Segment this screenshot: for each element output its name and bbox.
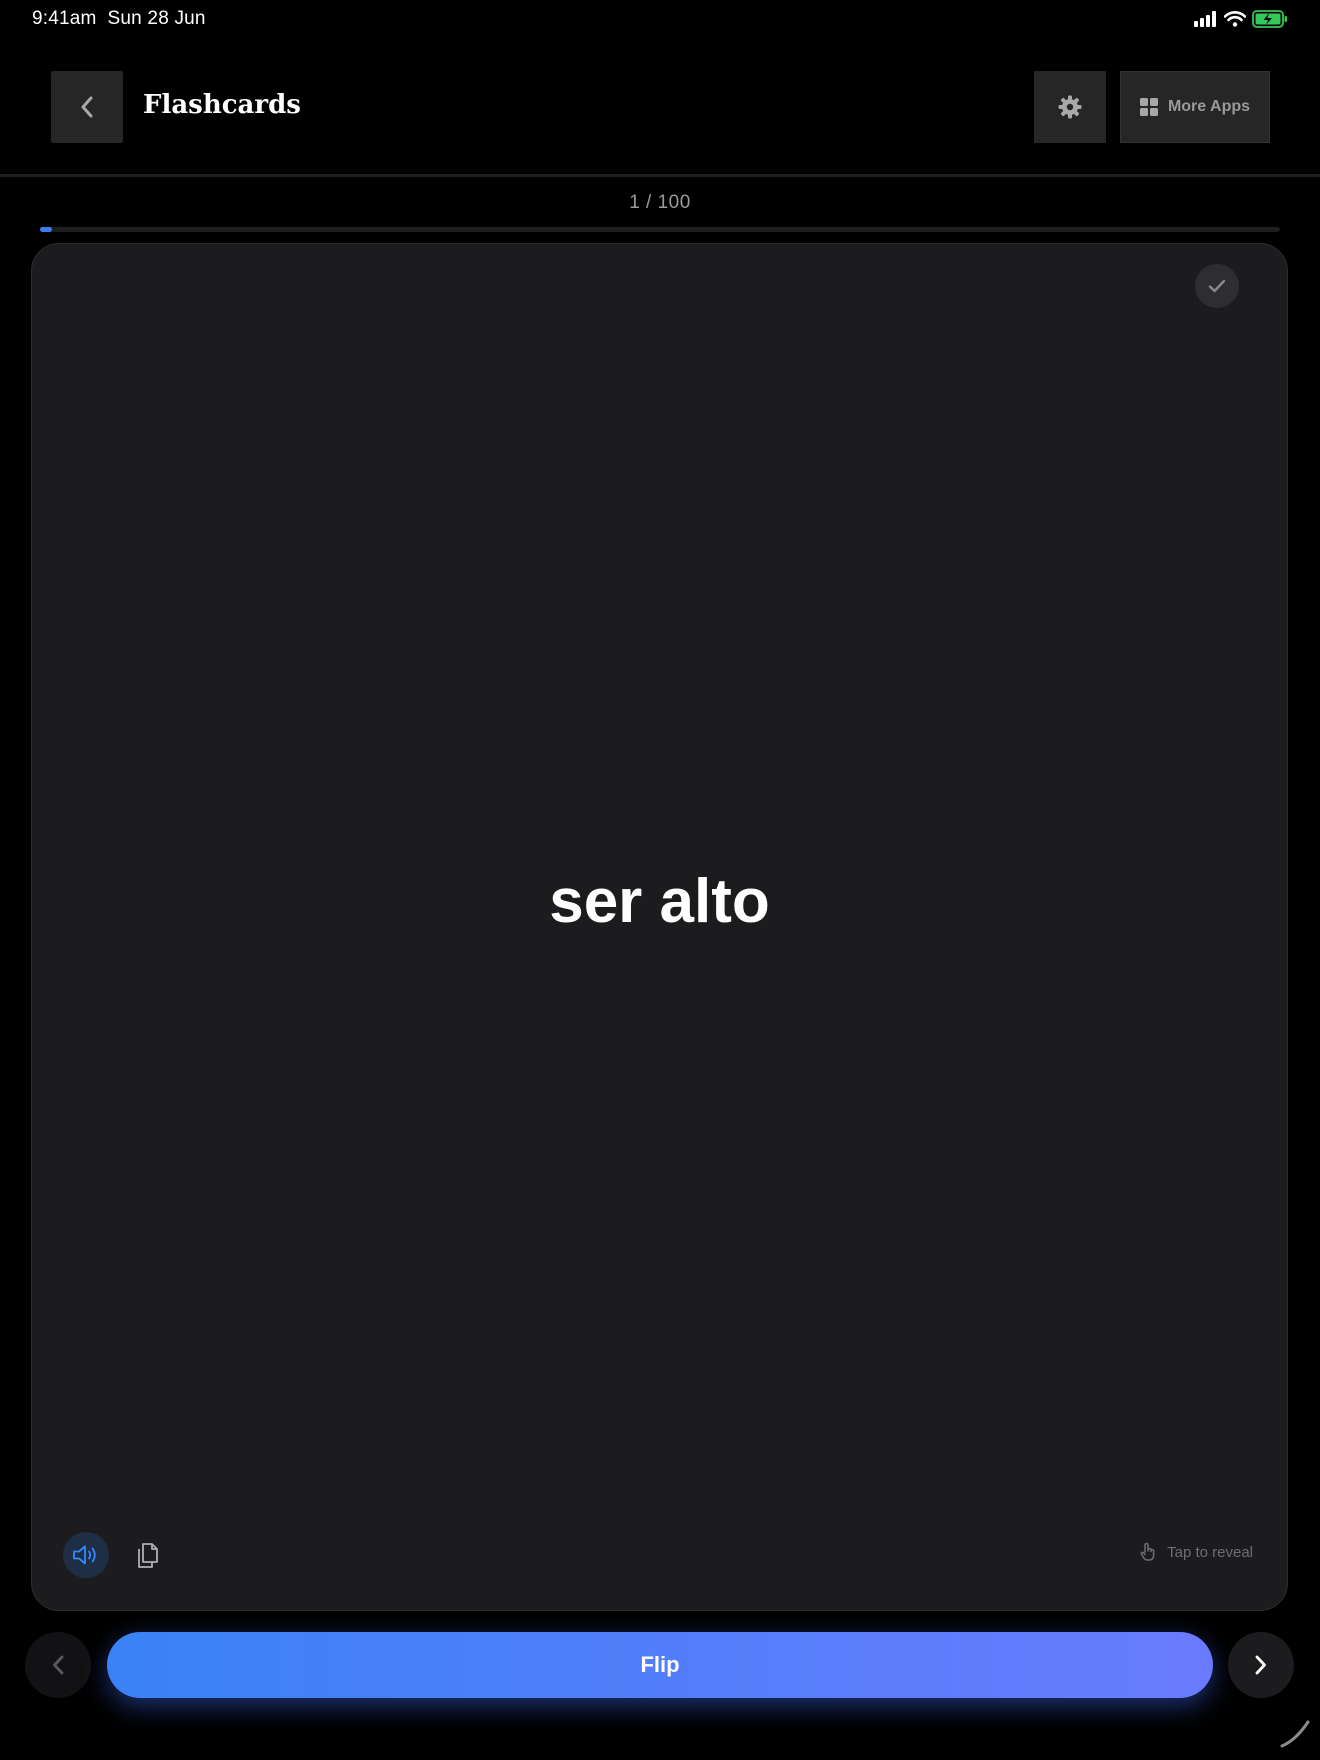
tap-hint: Tap to reveal (1139, 1542, 1253, 1562)
status-date: Sun 28 Jun (107, 8, 206, 29)
settings-button[interactable] (1034, 71, 1106, 143)
copy-button[interactable] (128, 1534, 168, 1576)
status-bar: 9:41am Sun 28 Jun (0, 0, 1320, 44)
more-apps-label: More Apps (1167, 98, 1251, 115)
next-card-button[interactable] (1228, 1632, 1294, 1698)
grid-icon (1139, 98, 1158, 116)
flashcard[interactable]: ser alto Tap to reveal (31, 243, 1288, 1611)
speak-button[interactable] (63, 1532, 109, 1578)
back-button[interactable] (51, 71, 123, 143)
progress-bar (40, 227, 1280, 232)
resize-handle-icon (1280, 1720, 1310, 1748)
speaker-icon (73, 1545, 96, 1565)
checkmark-icon (1208, 279, 1226, 293)
battery-charging-icon (1252, 10, 1287, 28)
progress-fill (40, 227, 52, 232)
card-counter: 1 / 100 (629, 192, 691, 213)
mark-known-button[interactable] (1195, 264, 1239, 308)
chevron-left-icon (81, 96, 93, 118)
more-apps-button[interactable]: More Apps (1120, 71, 1270, 143)
status-icons (1194, 10, 1288, 28)
gear-icon (1058, 95, 1082, 119)
status-clock: 9:41am (32, 8, 97, 29)
chevron-right-icon (1255, 1655, 1266, 1675)
page-title: Flashcards (143, 90, 301, 120)
previous-card-button[interactable] (25, 1632, 91, 1698)
app-header: Flashcards More Apps (0, 70, 1320, 144)
copy-icon (138, 1543, 158, 1568)
flip-button[interactable]: Flip (107, 1632, 1213, 1698)
wifi-icon (1224, 11, 1246, 27)
tap-hint-label: Tap to reveal (1167, 1543, 1253, 1561)
status-time: 9:41am Sun 28 Jun (32, 8, 206, 30)
chevron-left-icon (53, 1655, 64, 1675)
tap-hand-icon (1140, 1542, 1155, 1561)
card-term: ser alto (549, 867, 770, 936)
cellular-signal-icon (1194, 11, 1216, 27)
header-divider (0, 174, 1320, 177)
